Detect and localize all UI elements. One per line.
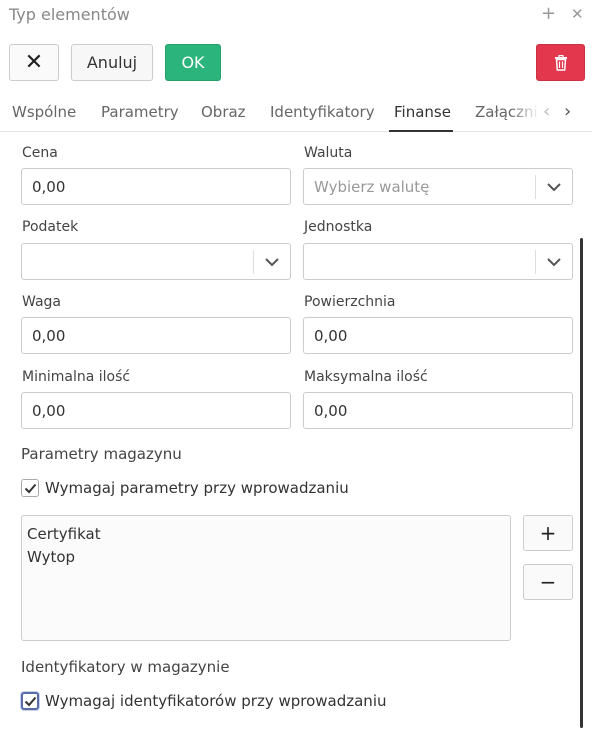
remove-param-button[interactable]: − bbox=[523, 564, 573, 600]
require-ids-checkbox[interactable] bbox=[21, 692, 39, 710]
chevron-down-icon bbox=[536, 169, 572, 204]
title-bar: Typ elementów + ✕ bbox=[0, 0, 592, 32]
chevron-down-icon bbox=[254, 244, 290, 279]
checkmark-icon bbox=[24, 483, 36, 493]
warehouse-params-title: Parametry magazynu bbox=[21, 445, 182, 463]
tab-identyfikatory[interactable]: Identyfikatory bbox=[270, 103, 375, 121]
price-input[interactable]: 0,00 bbox=[21, 168, 291, 205]
tax-label: Podatek bbox=[22, 219, 79, 235]
price-label: Cena bbox=[22, 145, 58, 161]
tab-obraz[interactable]: Obraz bbox=[201, 103, 246, 121]
tax-select[interactable] bbox=[21, 243, 291, 280]
max-qty-label: Maksymalna ilość bbox=[304, 369, 428, 385]
unit-label: Jednostka bbox=[304, 219, 373, 235]
chevron-right-icon[interactable]: › bbox=[564, 101, 571, 122]
list-item[interactable]: Certyfikat bbox=[27, 523, 505, 546]
require-params-checkbox[interactable] bbox=[21, 479, 39, 497]
close-icon[interactable]: ✕ bbox=[571, 3, 584, 25]
weight-label: Waga bbox=[22, 294, 61, 310]
require-ids-checkbox-row[interactable]: Wymagaj identyfikatorów przy wprowadzani… bbox=[21, 692, 387, 710]
warehouse-ids-title: Identyfikatory w magazynie bbox=[21, 658, 230, 676]
min-qty-label: Minimalna ilość bbox=[22, 369, 131, 385]
tab-bar: Wspólne Parametry Obraz Identyfikatory F… bbox=[0, 92, 592, 132]
list-item[interactable]: Wytop bbox=[27, 546, 505, 569]
currency-label: Waluta bbox=[304, 145, 353, 161]
tab-parametry[interactable]: Parametry bbox=[101, 103, 179, 121]
active-tab-indicator bbox=[389, 130, 453, 132]
currency-select[interactable]: Wybierz walutę bbox=[303, 168, 573, 205]
window-title: Typ elementów bbox=[9, 5, 130, 24]
tab-fade bbox=[510, 92, 540, 130]
trash-icon bbox=[554, 54, 567, 71]
weight-input[interactable]: 0,00 bbox=[21, 317, 291, 354]
require-params-checkbox-row[interactable]: Wymagaj parametry przy wprowadzaniu bbox=[21, 479, 349, 497]
plus-icon[interactable]: + bbox=[541, 3, 556, 25]
add-param-button[interactable]: + bbox=[523, 515, 573, 551]
require-params-label: Wymagaj parametry przy wprowadzaniu bbox=[45, 479, 349, 497]
area-input[interactable]: 0,00 bbox=[303, 317, 573, 354]
chevron-down-icon bbox=[536, 244, 572, 279]
params-listbox[interactable]: Certyfikat Wytop bbox=[21, 515, 511, 641]
max-qty-input[interactable]: 0,00 bbox=[303, 392, 573, 429]
area-label: Powierzchnia bbox=[304, 294, 396, 310]
cancel-button[interactable]: Anuluj bbox=[71, 44, 153, 81]
tab-finanse[interactable]: Finanse bbox=[394, 103, 451, 121]
scrollbar[interactable] bbox=[580, 238, 583, 728]
currency-placeholder: Wybierz walutę bbox=[314, 178, 430, 196]
delete-button[interactable] bbox=[536, 44, 585, 81]
checkmark-icon bbox=[24, 696, 36, 706]
unit-select[interactable] bbox=[303, 243, 573, 280]
min-qty-input[interactable]: 0,00 bbox=[21, 392, 291, 429]
require-ids-label: Wymagaj identyfikatorów przy wprowadzani… bbox=[45, 692, 387, 710]
tab-wspolne[interactable]: Wspólne bbox=[12, 103, 76, 121]
close-button[interactable]: ✕ bbox=[9, 44, 59, 81]
x-icon: ✕ bbox=[24, 50, 44, 75]
chevron-left-icon[interactable]: ‹ bbox=[543, 101, 550, 122]
ok-button[interactable]: OK bbox=[165, 44, 221, 81]
